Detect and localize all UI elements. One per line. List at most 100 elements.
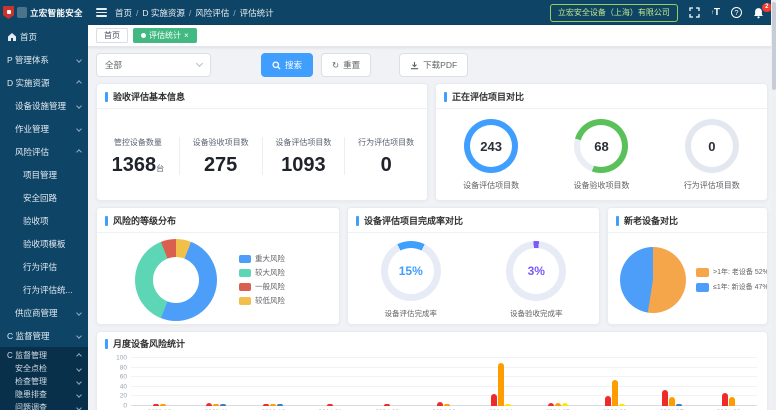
stat-label: 行为评估项目数 <box>345 137 427 148</box>
title-accent-bar <box>105 92 108 102</box>
sidebar-item-equipment-facility[interactable]: 设备设施管理 <box>0 94 88 117</box>
font-size-icon[interactable]: ↑T <box>711 8 720 18</box>
stat-assessment-items: 设备评估项目数 1093 <box>263 137 346 175</box>
bar-group <box>245 404 302 406</box>
title-accent-bar <box>105 339 108 349</box>
fullscreen-icon[interactable] <box>689 7 700 18</box>
legend-label: ≤1年: 新设备 47% <box>713 282 768 292</box>
legend-item-low[interactable]: 较低风险 <box>239 295 285 306</box>
sidebar-item-behavior-assessment[interactable]: 行为评估 <box>0 255 88 278</box>
bar-yellow <box>619 404 625 406</box>
scrollbar-thumb[interactable] <box>772 2 776 90</box>
bar-group <box>472 363 529 406</box>
sidebar-item-implementation-resources[interactable]: D 实施资源 <box>0 71 88 94</box>
sidebar-item-acceptance-items[interactable]: 验收项 <box>0 209 88 232</box>
ring-label: 行为评估项目数 <box>684 180 740 191</box>
download-pdf-button[interactable]: 下载PDF <box>399 53 468 77</box>
sidebar-item-risk-assessment[interactable]: 风险评估 <box>0 140 88 163</box>
sidebar-item-behavior-assessment-stats[interactable]: 行为评估统... <box>0 278 88 301</box>
notification-bell-icon[interactable]: 2 <box>753 7 764 19</box>
card-basic-info: 验收评估基本信息 管控设备数量 1368台 设备验收项目数 275 设备评估项目… <box>96 83 428 201</box>
legend-item-new-devices[interactable]: ≤1年: 新设备 47% <box>696 282 768 292</box>
submenu-item-hazard-investigation[interactable]: 隐患排查 <box>0 388 88 401</box>
filter-select[interactable]: 全部 <box>96 53 211 77</box>
bar-red <box>491 394 497 406</box>
breadcrumb-item[interactable]: 首页 <box>115 7 132 19</box>
gauge-ring: 15% <box>381 241 441 301</box>
sidebar-item-label: 检查管理 <box>15 376 47 387</box>
tab-home[interactable]: 首页 <box>96 28 128 43</box>
progress-ring: 68 <box>574 119 628 173</box>
logo-shield-icon <box>3 6 14 19</box>
chevron-down-icon <box>76 405 82 410</box>
sidebar-item-operations[interactable]: 作业管理 <box>0 117 88 140</box>
bar-orange <box>555 403 561 406</box>
hamburger-icon[interactable] <box>96 8 107 17</box>
filter-toolbar: 全部 搜索 ↻ 重置 下载PDF <box>96 53 768 77</box>
chevron-up-icon <box>76 353 82 359</box>
breadcrumb-item: 评估统计 <box>240 7 274 19</box>
company-button[interactable]: 立宏安全设备（上海）有限公司 <box>550 4 678 22</box>
breadcrumb-separator: / <box>189 8 191 18</box>
sidebar-item-home[interactable]: 首页 <box>0 25 88 48</box>
title-accent-bar <box>444 92 447 102</box>
gauge-acceptance-completion: 3% 设备验收完成率 <box>506 241 566 319</box>
gauge-ring: 3% <box>506 241 566 301</box>
sidebar-item-supplier-management[interactable]: 供应商管理 <box>0 301 88 324</box>
sidebar-item-label: 验收项模板 <box>23 238 66 250</box>
help-icon[interactable]: ? <box>731 7 742 18</box>
tab-close-icon[interactable]: × <box>184 32 189 40</box>
sidebar-item-label: 行为评估 <box>23 261 57 273</box>
bar-orange <box>444 404 450 406</box>
legend-swatch <box>239 283 251 291</box>
sidebar-item-label: 行为评估统... <box>23 284 73 296</box>
ring-label: 设备评估项目数 <box>463 180 519 191</box>
download-label: 下载PDF <box>423 59 457 71</box>
legend-item-general[interactable]: 一般风险 <box>239 281 285 292</box>
breadcrumb-item[interactable]: 风险评估 <box>195 7 229 19</box>
risk-legend: 重大风险 较大风险 一般风险 较低风险 <box>239 250 285 309</box>
reset-button[interactable]: ↻ 重置 <box>321 53 371 77</box>
sidebar-item-management-system[interactable]: P 管理体系 <box>0 48 88 71</box>
submenu-item-supervision[interactable]: C 监督管理 <box>0 349 88 362</box>
chevron-down-icon <box>76 379 82 385</box>
sidebar-item-acceptance-template[interactable]: 验收项模板 <box>0 232 88 255</box>
chevron-down-icon <box>76 310 82 316</box>
submenu-item-inspection-management[interactable]: 检查管理 <box>0 375 88 388</box>
legend-item-major[interactable]: 重大风险 <box>239 253 285 264</box>
submenu-item-safety-spot-check[interactable]: 安全点检 <box>0 362 88 375</box>
chevron-down-icon <box>76 57 82 63</box>
card-monthly-risk-stats: 月度设备风险统计 020406080100 2023-102023-112023… <box>96 331 768 410</box>
chevron-up-icon <box>76 149 82 155</box>
legend-item-old-devices[interactable]: >1年: 老设备 52% <box>696 267 768 277</box>
stats-row: 管控设备数量 1368台 设备验收项目数 275 设备评估项目数 1093 <box>97 109 427 201</box>
stat-label: 设备验收项目数 <box>180 137 262 148</box>
bar-blue <box>220 404 226 406</box>
sidebar-item-safety-loop[interactable]: 安全回路 <box>0 186 88 209</box>
chevron-down-icon <box>196 60 203 67</box>
tab-label: 首页 <box>104 32 120 40</box>
bar-chart-bars <box>131 358 757 406</box>
y-axis-tick: 0 <box>103 403 127 410</box>
bar-group <box>700 393 757 406</box>
app-window: 立宏智能安全 首页 P 管理体系 D 实施资源 设备设施管理 作业管理 风险评估… <box>0 0 776 410</box>
legend-item-significant[interactable]: 较大风险 <box>239 267 285 278</box>
page-scrollbar <box>771 0 776 410</box>
chevron-down-icon <box>76 103 82 109</box>
search-button[interactable]: 搜索 <box>261 53 313 77</box>
sidebar-item-supervision[interactable]: C 监督管理 <box>0 324 88 347</box>
submenu-item-problem-investigation[interactable]: 问题调查 <box>0 401 88 410</box>
stat-label: 设备评估项目数 <box>263 137 345 148</box>
y-axis-tick: 40 <box>103 383 127 390</box>
breadcrumb-item[interactable]: D 实施资源 <box>142 7 185 19</box>
tab-assessment-stats[interactable]: 评估统计 × <box>133 28 197 43</box>
card-title: 风险的等级分布 <box>113 214 176 227</box>
new-old-legend: >1年: 老设备 52% ≤1年: 新设备 47% <box>696 262 768 297</box>
stat-behavior-items: 行为评估项目数 0 <box>345 137 427 175</box>
bar-red <box>263 404 269 406</box>
y-axis-tick: 60 <box>103 374 127 381</box>
sidebar-item-project-management[interactable]: 项目管理 <box>0 163 88 186</box>
tags-bar: 首页 评估统计 × <box>88 25 776 47</box>
legend-label: 较大风险 <box>255 267 285 278</box>
sidebar-item-label: 供应商管理 <box>15 307 58 319</box>
